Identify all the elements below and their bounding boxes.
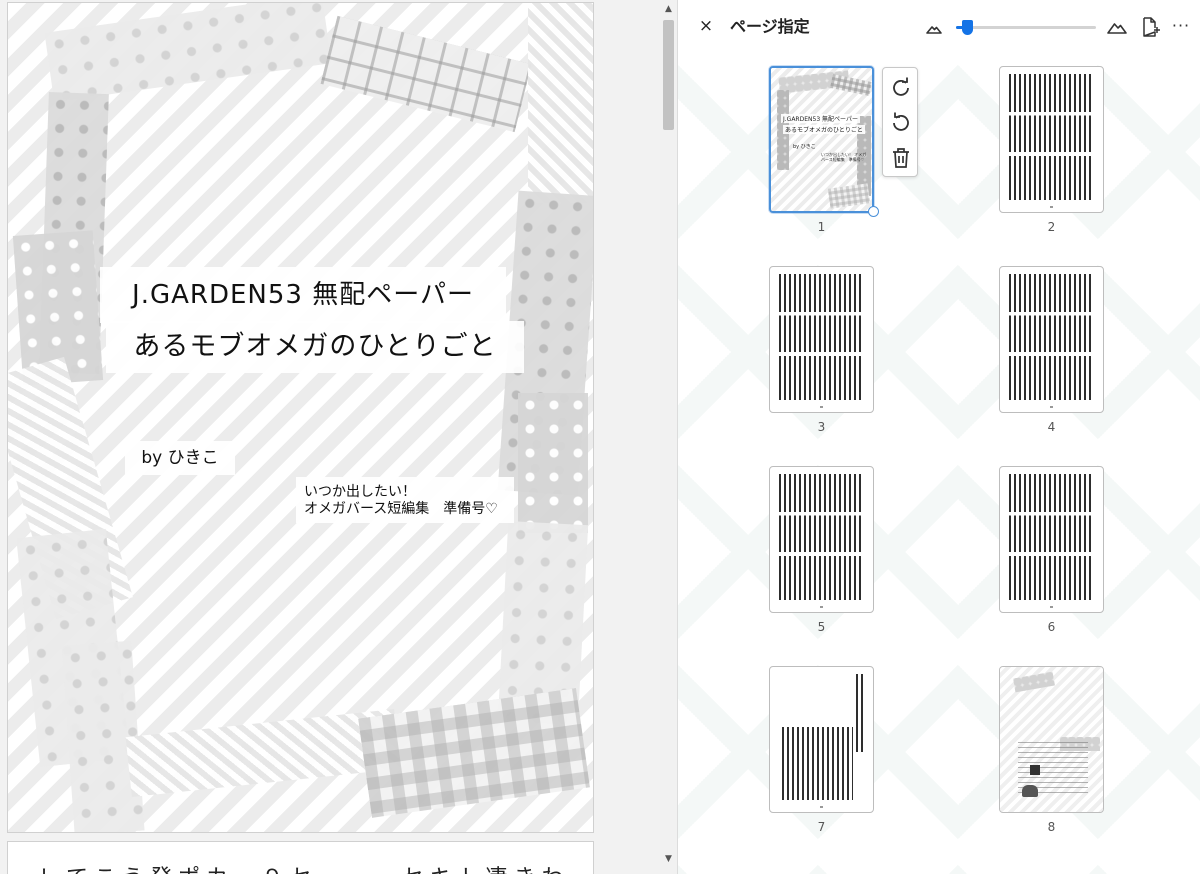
rotate-clockwise-icon — [893, 80, 909, 96]
panel-title: ページ指定 — [730, 17, 810, 36]
scroll-up-arrow-icon[interactable]: ▲ — [660, 0, 677, 18]
page-thumbnail-3[interactable] — [769, 266, 874, 413]
page-number-label: 5 — [817, 620, 826, 634]
illustration-icon — [1022, 785, 1038, 797]
scrollbar-thumb[interactable] — [663, 20, 674, 130]
close-icon[interactable]: × — [696, 16, 716, 36]
cover-title-line-1: J.GARDEN53 無配ペーパー — [100, 267, 506, 323]
cover-note-line-2: オメガバース短編集 準備号♡ — [304, 501, 498, 517]
qr-code-icon — [1030, 765, 1040, 775]
thumbnail-text-preview — [779, 274, 864, 400]
zoom-out-button[interactable] — [924, 18, 944, 38]
page-thumbnail-2[interactable] — [999, 66, 1104, 213]
page-2-preview-text: レてこう発ポカ、９セ、一・セキト凄きわ — [38, 860, 570, 874]
more-horizontal-icon[interactable]: ··· — [1170, 16, 1192, 36]
thumbnail-cover-preview: J.GARDEN53 無配ペーパー あるモブオメガのひとりごと by ひきこ い… — [771, 68, 872, 211]
thumbnail-text-preview — [782, 727, 853, 800]
rotate-counterclockwise-button[interactable] — [889, 111, 913, 135]
rotate-clockwise-button[interactable] — [889, 76, 913, 100]
thumbnail-text-preview — [1009, 274, 1094, 400]
insert-page-button[interactable] — [1140, 16, 1160, 38]
mountain-small-icon — [926, 26, 942, 34]
scroll-down-arrow-icon[interactable]: ▼ — [660, 850, 677, 868]
thumbnail-text-preview — [1009, 474, 1094, 600]
thumbnail-cover-author: by ひきこ — [793, 144, 816, 150]
thumbnail-page-footer — [1050, 606, 1053, 608]
cover-note: いつか出したい！ オメガバース短編集 準備号♡ — [296, 477, 514, 523]
panel-header: × ページ指定 ··· — [678, 0, 1200, 52]
mini-tape — [1013, 671, 1055, 693]
thumbnail-action-toolbar — [882, 67, 918, 177]
cover-author: by ひきこ — [125, 441, 235, 475]
document-page-2-partial: レてこう発ポカ、９セ、一・セキト凄きわ — [7, 841, 594, 874]
page-thumbnail-7[interactable] — [769, 666, 874, 813]
thumbnail-resize-handle[interactable] — [868, 206, 879, 217]
thumbnail-cover-note: いつか出したい！ オメガバース短編集 準備号♡ — [821, 152, 867, 162]
cover-note-line-1: いつか出したい！ — [304, 484, 416, 500]
page-number-label: 7 — [817, 820, 826, 834]
page-number-label: 6 — [1047, 620, 1056, 634]
thumbnail-back-cover-preview — [1000, 667, 1103, 812]
document-viewer[interactable]: J.GARDEN53 無配ペーパー あるモブオメガのひとりごと by ひきこ い… — [0, 0, 678, 874]
page-number-label: 8 — [1047, 820, 1056, 834]
decorative-tape — [528, 3, 593, 203]
thumbnail-page-footer — [1050, 206, 1053, 208]
page-thumbnail-5[interactable] — [769, 466, 874, 613]
mountain-large-icon — [1107, 23, 1127, 34]
page-number-label: 4 — [1047, 420, 1056, 434]
cover-title-line-2: あるモブオメガのひとりごと — [106, 321, 524, 373]
thumbnail-page-footer — [820, 806, 823, 808]
thumbnail-page-footer — [820, 406, 823, 408]
trash-icon — [893, 148, 909, 168]
mini-tape — [829, 73, 872, 97]
page-thumbnail-4[interactable] — [999, 266, 1104, 413]
app-window: J.GARDEN53 無配ペーパー あるモブオメガのひとりごと by ひきこ い… — [0, 0, 1200, 874]
page-number-label: 2 — [1047, 220, 1056, 234]
document-page-1: J.GARDEN53 無配ペーパー あるモブオメガのひとりごと by ひきこ い… — [7, 2, 594, 833]
rotate-counterclockwise-icon — [893, 115, 909, 131]
zoom-slider-handle[interactable] — [962, 20, 974, 35]
page-number-label: 3 — [817, 420, 826, 434]
page-thumbnail-1[interactable]: J.GARDEN53 無配ペーパー あるモブオメガのひとりごと by ひきこ い… — [769, 66, 874, 213]
thumbnail-cover-title-1: J.GARDEN53 無配ペーパー — [781, 114, 860, 123]
page-number-label: 1 — [817, 220, 826, 234]
thumbnail-text-preview — [779, 474, 864, 600]
thumbnail-text-preview — [856, 674, 864, 752]
mini-tape — [827, 183, 871, 209]
organize-pages-panel: × ページ指定 ··· J.GARDEN53 無配ペーパー あるモブオメガのひと… — [678, 0, 1200, 874]
decorative-tape — [518, 393, 588, 533]
insert-page-icon — [1143, 17, 1156, 37]
thumbnail-page-footer — [820, 606, 823, 608]
page-thumbnail-8[interactable] — [999, 666, 1104, 813]
thumbnail-cover-title-2: あるモブオメガのひとりごと — [783, 125, 865, 134]
zoom-slider-track[interactable] — [956, 26, 1096, 29]
delete-page-button[interactable] — [889, 146, 913, 170]
panel-background-pattern — [678, 52, 1200, 874]
thumbnail-page-footer — [1050, 406, 1053, 408]
thumbnail-text-preview — [1009, 74, 1094, 200]
zoom-in-button[interactable] — [1106, 16, 1128, 38]
page-thumbnail-6[interactable] — [999, 466, 1104, 613]
vertical-scrollbar[interactable]: ▲ ▼ — [660, 0, 677, 874]
